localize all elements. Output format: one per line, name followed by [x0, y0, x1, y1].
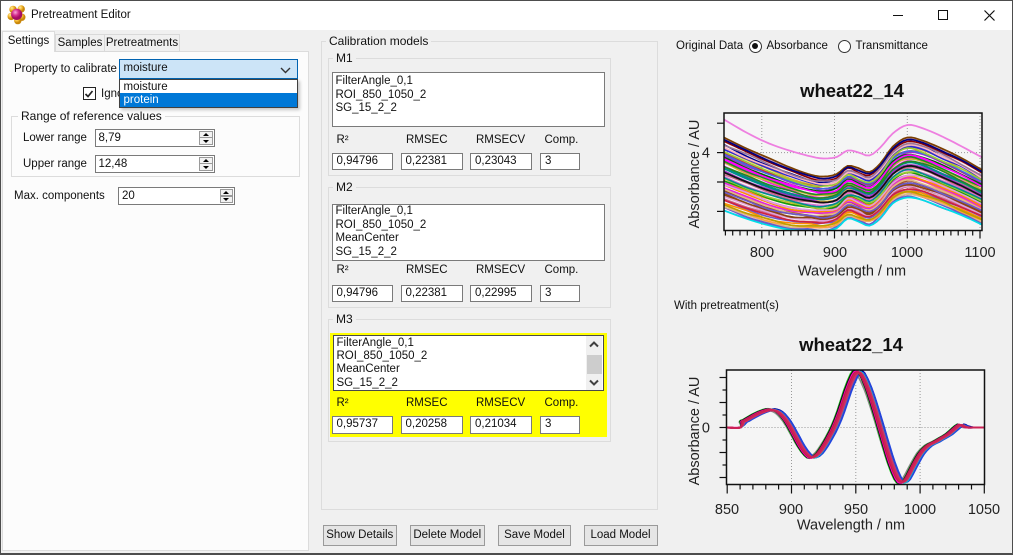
svg-text:Wavelength / nm: Wavelength / nm	[797, 518, 905, 534]
svg-text:1000: 1000	[891, 245, 923, 261]
svg-text:4: 4	[702, 146, 710, 162]
svg-text:Absorbance / AU: Absorbance / AU	[687, 377, 703, 486]
svg-text:900: 900	[823, 245, 847, 261]
svg-text:0: 0	[702, 421, 710, 437]
svg-text:wheat22_14: wheat22_14	[799, 80, 905, 101]
svg-text:wheat22_14: wheat22_14	[798, 334, 904, 355]
svg-text:Absorbance / AU: Absorbance / AU	[687, 120, 703, 229]
svg-text:Wavelength / nm: Wavelength / nm	[798, 264, 906, 280]
svg-text:950: 950	[844, 502, 868, 518]
svg-text:800: 800	[750, 245, 774, 261]
svg-text:850: 850	[715, 502, 739, 518]
svg-text:1050: 1050	[968, 502, 1000, 518]
svg-text:1000: 1000	[904, 502, 936, 518]
svg-text:900: 900	[779, 502, 803, 518]
svg-text:1100: 1100	[964, 245, 995, 261]
